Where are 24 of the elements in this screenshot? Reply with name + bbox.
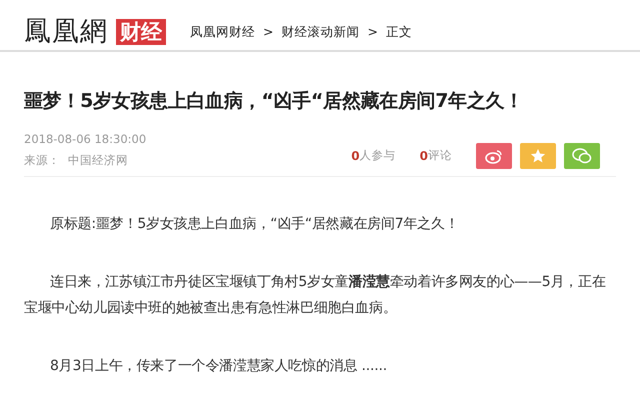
share-button[interactable] (476, 143, 512, 170)
article-title: 噩梦！5岁女孩患上白血病，“凶手“居然藏在房间7年之久！ (24, 90, 524, 113)
share-button[interactable] (564, 143, 600, 170)
breadcrumb-separator: > (263, 22, 274, 41)
chat-bubbles-icon (572, 148, 592, 164)
weibo-icon (485, 148, 503, 164)
channel-logo[interactable]: 财经 (116, 19, 166, 45)
stat-label: 评论 (428, 147, 452, 164)
source-label: 来源： (24, 152, 60, 170)
source-name: 中国经济网 (68, 152, 128, 170)
article-paragraph: 连日来，江苏镇江市丹徒区宝堰镇丁角村5岁女童潘滢慧牵动着许多网友的心——5月，正在宝堰中心幼儿园读中班的她被查出患有急性淋巴细胞白血病。 (24, 273, 607, 318)
stat-label: 人参与 (360, 147, 396, 164)
breadcrumb-link[interactable]: 财经滚动新闻 (281, 22, 360, 42)
breadcrumb-separator: > (367, 22, 378, 41)
article-paragraph: 8月3日上午，传来了一个令潘滢慧家人吃惊的消息 ...... (49, 357, 388, 376)
stat-count: 0 (420, 148, 428, 166)
share-button[interactable] (520, 143, 556, 170)
article-date: 2018-08-06 18:30:00 (24, 130, 148, 148)
site-logo[interactable]: 鳳凰網 (24, 16, 108, 48)
stat-count: 0 (351, 148, 360, 166)
star-icon (530, 148, 546, 164)
breadcrumb-link[interactable]: 凤凰网财经 (190, 22, 255, 42)
breadcrumb-link[interactable]: 正文 (386, 22, 412, 42)
article-paragraph: 原标题:噩梦！5岁女孩患上白血病，“凶手“居然藏在房间7年之久！ (49, 215, 460, 234)
